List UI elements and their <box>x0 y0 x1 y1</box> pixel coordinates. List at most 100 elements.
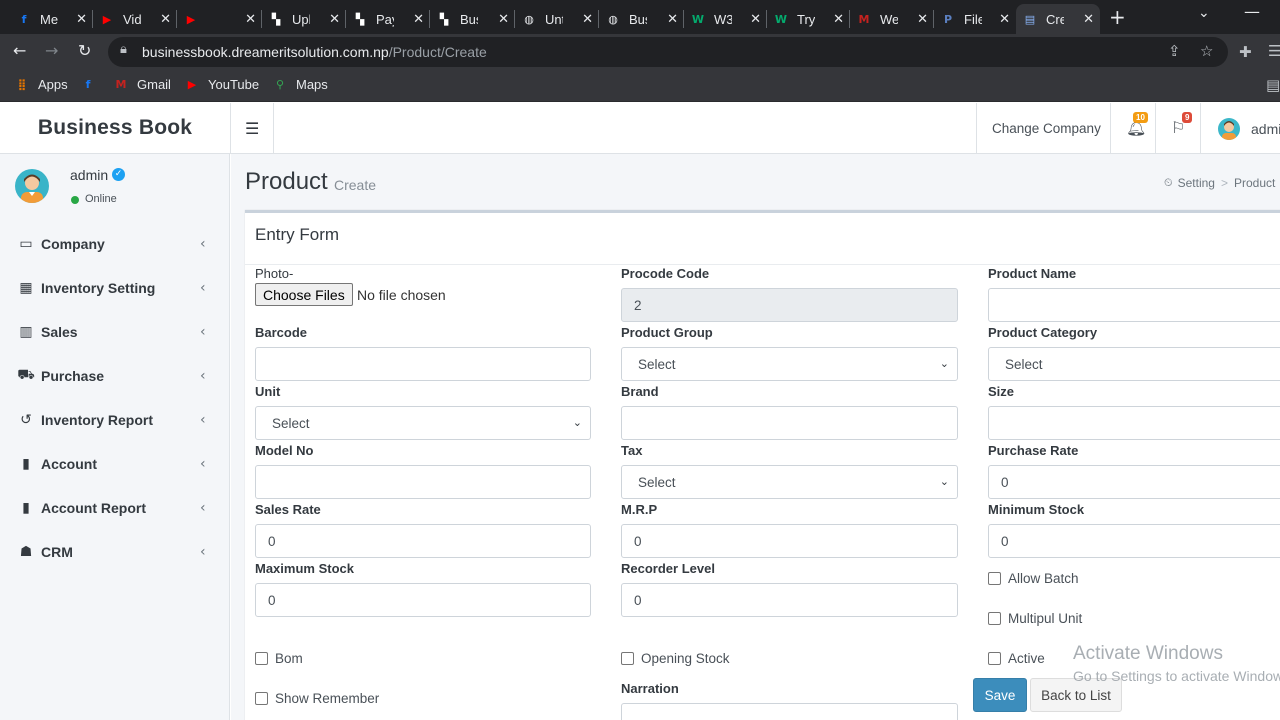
close-tab-icon[interactable]: ✕ <box>667 12 678 27</box>
size-input[interactable] <box>988 406 1280 440</box>
reading-list-icon[interactable]: ▤ <box>1266 76 1280 94</box>
sidebar-item-inventory-setting[interactable]: ▦ Inventory Setting ‹ <box>0 266 229 310</box>
bom-checkbox[interactable] <box>255 652 268 665</box>
share-icon[interactable]: ⇪ <box>1168 42 1181 60</box>
mrp-input[interactable] <box>621 524 958 558</box>
brand-logo-text[interactable]: Business Book <box>38 116 192 140</box>
close-tab-icon[interactable]: ✕ <box>917 12 928 27</box>
brand-input[interactable] <box>621 406 958 440</box>
close-tab-icon[interactable]: ✕ <box>1083 12 1094 27</box>
bookmark-item[interactable]: ▶ YouTube <box>184 76 259 92</box>
browser-tab[interactable]: ▚ Bus ✕ <box>430 4 515 34</box>
allow-batch-label[interactable]: Allow Batch <box>1008 571 1079 586</box>
product-group-select[interactable]: Select ⌄ <box>621 347 958 381</box>
recorder-level-input[interactable] <box>621 583 958 617</box>
close-tab-icon[interactable]: ✕ <box>833 12 844 27</box>
close-tab-icon[interactable]: ✕ <box>999 12 1010 27</box>
choose-files-button[interactable]: Choose Files <box>255 283 353 306</box>
sidebar-item-inventory-report[interactable]: ↺ Inventory Report ‹ <box>0 398 229 442</box>
bookmark-label: Gmail <box>137 76 171 92</box>
close-tab-icon[interactable]: ✕ <box>498 12 509 27</box>
active-checkbox[interactable] <box>988 652 1001 665</box>
bom-label[interactable]: Bom <box>275 651 303 666</box>
history-icon: ↺ <box>20 412 32 428</box>
url-text[interactable]: businessbook.dreameritsolution.com.np/Pr… <box>142 44 487 60</box>
narration-textarea[interactable] <box>621 703 958 720</box>
unit-select[interactable]: Select ⌄ <box>255 406 591 440</box>
close-tab-icon[interactable]: ✕ <box>76 12 87 27</box>
bookmark-star-icon[interactable]: ☆ <box>1200 42 1213 60</box>
navbar-avatar[interactable] <box>1218 118 1240 140</box>
reload-icon[interactable]: ↻ <box>78 41 91 60</box>
sidebar-item-sales[interactable]: ▥ Sales ‹ <box>0 310 229 354</box>
sidebar-item-company[interactable]: ▭ Company ‹ <box>0 222 229 266</box>
sidebar-item-account[interactable]: ▮ Account ‹ <box>0 442 229 486</box>
w3schools-icon: W <box>774 12 788 26</box>
bookmark-item[interactable]: M Gmail <box>113 76 171 92</box>
browser-tab[interactable]: f Mes ✕ <box>10 4 93 34</box>
save-button[interactable]: Save <box>973 678 1027 712</box>
model-no-input[interactable] <box>255 465 591 499</box>
browser-tab[interactable]: ▶ ✕ <box>177 4 262 34</box>
bookmark-item[interactable]: f <box>80 76 104 92</box>
show-remember-label[interactable]: Show Remember <box>275 691 379 706</box>
sidebar-item-purchase[interactable]: ⛟ Purchase ‹ <box>0 354 229 398</box>
tab-title: Cre <box>1046 11 1064 27</box>
browser-tab[interactable]: ▚ Upl ✕ <box>262 4 346 34</box>
browser-tab[interactable]: ▤ Cre ✕ <box>1016 4 1100 34</box>
tax-select[interactable]: Select ⌄ <box>621 465 958 499</box>
browser-tab[interactable]: M Wel ✕ <box>850 4 934 34</box>
product-name-input[interactable] <box>988 288 1280 322</box>
tab-search-chevron-icon[interactable]: ⌄ <box>1198 5 1210 21</box>
active-label[interactable]: Active <box>1008 651 1045 666</box>
minimum-stock-input[interactable] <box>988 524 1280 558</box>
breadcrumb-item[interactable]: Setting <box>1178 176 1215 190</box>
close-tab-icon[interactable]: ✕ <box>582 12 593 27</box>
purchase-rate-input[interactable] <box>988 465 1280 499</box>
youtube-icon: ▶ <box>186 12 196 26</box>
chevron-left-icon: ‹ <box>200 236 206 252</box>
sidebar-item-account-report[interactable]: ▮ Account Report ‹ <box>0 486 229 530</box>
multipul-unit-label[interactable]: Multipul Unit <box>1008 611 1082 626</box>
barcode-input[interactable] <box>255 347 591 381</box>
sidebar-item-crm[interactable]: ☗ CRM ‹ <box>0 530 229 574</box>
close-tab-icon[interactable]: ✕ <box>245 12 256 27</box>
bookmark-item[interactable]: ⚲ Maps <box>272 76 328 92</box>
window-minimize-button[interactable]: — <box>1244 2 1260 21</box>
opening-stock-checkbox[interactable] <box>621 652 634 665</box>
product-category-select[interactable]: Select <box>988 347 1280 381</box>
allow-batch-checkbox[interactable] <box>988 572 1001 585</box>
close-tab-icon[interactable]: ✕ <box>413 12 424 27</box>
opening-stock-label[interactable]: Opening Stock <box>641 651 730 666</box>
multipul-unit-checkbox[interactable] <box>988 612 1001 625</box>
browser-tab[interactable]: W Tryi ✕ <box>767 4 850 34</box>
navbar-username[interactable]: admin <box>1251 121 1280 137</box>
forward-arrow-icon[interactable]: → <box>45 41 58 60</box>
bookmarks-bar: ⣿ Apps f M Gmail ▶ YouTube ⚲ Maps ▤ <box>0 70 1280 102</box>
close-tab-icon[interactable]: ✕ <box>160 12 171 27</box>
recorder-level-label: Recorder Level <box>621 561 715 576</box>
procode-input[interactable] <box>621 288 958 322</box>
change-company-link[interactable]: Change Company <box>992 121 1101 136</box>
browser-tab[interactable]: P File ✕ <box>934 4 1016 34</box>
browser-tab[interactable]: ◍ Unt ✕ <box>515 4 599 34</box>
browser-tab[interactable]: ◍ Bus ✕ <box>599 4 684 34</box>
browser-menu-icon[interactable]: ☰ <box>1268 42 1280 60</box>
verified-check-icon: ✓ <box>112 168 125 181</box>
sales-rate-input[interactable] <box>255 524 591 558</box>
back-arrow-icon[interactable]: ← <box>13 41 26 60</box>
extensions-icon[interactable]: ✚ <box>1239 43 1252 61</box>
sidebar-item-label: CRM <box>41 544 73 560</box>
chevron-left-icon: ‹ <box>200 500 206 516</box>
sidebar-username[interactable]: admin <box>70 167 108 183</box>
hamburger-menu-icon[interactable]: ☰ <box>245 119 259 138</box>
show-remember-checkbox[interactable] <box>255 692 268 705</box>
browser-tab[interactable]: W W3S ✕ <box>684 4 767 34</box>
bookmark-item[interactable]: ⣿ Apps <box>14 76 68 92</box>
close-tab-icon[interactable]: ✕ <box>329 12 340 27</box>
browser-tab[interactable]: ▚ Pay ✕ <box>346 4 430 34</box>
new-tab-button[interactable]: + <box>1109 5 1126 29</box>
close-tab-icon[interactable]: ✕ <box>750 12 761 27</box>
maximum-stock-input[interactable] <box>255 583 591 617</box>
browser-tab[interactable]: ▶ Vide ✕ <box>93 4 177 34</box>
